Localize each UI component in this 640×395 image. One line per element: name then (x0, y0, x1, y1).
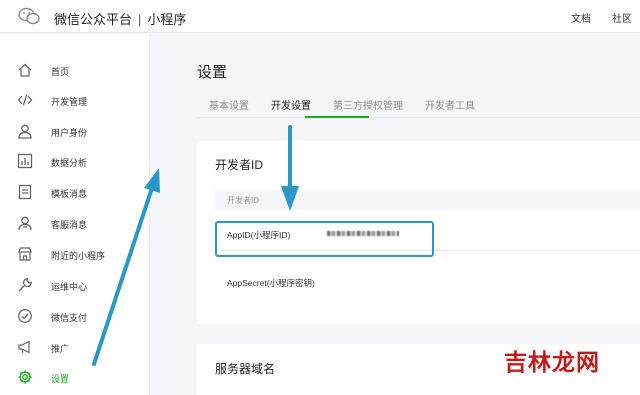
sidebar-item-user-identity[interactable]: 用户身份 (0, 122, 150, 142)
sidebar-item-nearby[interactable]: 附近的小程序 (0, 245, 150, 265)
brand-separator: | (138, 12, 142, 27)
sidebar-item-label: 首页 (51, 67, 70, 77)
home-icon (18, 63, 32, 77)
community-link[interactable]: 社区 (612, 10, 632, 25)
sidebar-item-label: 用户身份 (51, 128, 88, 138)
card-title: 服务器域名 (215, 362, 276, 376)
brand-main: 微信公众平台 (54, 12, 133, 27)
sidebar-item-label: 客服消息 (51, 220, 88, 230)
pay-icon (18, 309, 32, 323)
sidebar-item-label: 数据分析 (51, 158, 88, 168)
active-tab-indicator (305, 116, 369, 118)
sidebar-item-label: 模板消息 (51, 189, 88, 199)
user-icon (18, 124, 32, 139)
tab-basic-settings[interactable]: 基本设置 (209, 97, 249, 112)
top-bar: 微信公众平台 | 小程序 文档 社区 (0, 0, 640, 33)
document-icon (18, 184, 32, 200)
brand-sub: 小程序 (147, 12, 187, 27)
sidebar-item-promotion[interactable]: 推广 (0, 338, 150, 358)
service-icon (18, 216, 32, 231)
table-row-appsecret: AppSecret(小程序密钥) (215, 265, 640, 299)
appsecret-label: AppSecret(小程序密钥) (227, 278, 315, 288)
sidebar-item-customer-msg[interactable]: 客服消息 (0, 214, 150, 234)
sidebar-item-label: 运维中心 (51, 282, 88, 292)
sidebar-item-dev-manage[interactable]: 开发管理 (0, 91, 150, 111)
wechat-logo-icon (18, 7, 40, 25)
sidebar: 首页 开发管理 用户身份 数据分析 模板消息 客服消息 附近的小程序 运维中心 … (0, 34, 150, 395)
store-icon (18, 247, 32, 261)
sidebar-item-ops-center[interactable]: 运维中心 (0, 276, 150, 296)
tab-dev-tools[interactable]: 开发者工具 (425, 97, 475, 112)
card-title: 开发者ID (215, 158, 264, 172)
sidebar-item-template-msg[interactable]: 模板消息 (0, 183, 150, 203)
brand-title[interactable]: 微信公众平台 | 小程序 (54, 9, 186, 28)
docs-link[interactable]: 文档 (571, 10, 591, 25)
code-icon (17, 94, 33, 106)
sidebar-item-settings[interactable]: 设置 (0, 368, 150, 388)
sidebar-item-wechat-pay[interactable]: 微信支付 (0, 307, 150, 327)
sidebar-item-label: 附近的小程序 (51, 251, 106, 261)
sidebar-item-home[interactable]: 首页 (0, 61, 150, 81)
table-header-label: 开发者ID (227, 196, 259, 205)
megaphone-icon (18, 340, 30, 354)
table-header: 开发者ID (215, 190, 640, 210)
appid-highlight-box (215, 221, 434, 257)
chart-icon (17, 153, 33, 169)
tab-third-party-auth[interactable]: 第三方授权管理 (333, 97, 403, 112)
sidebar-item-label: 设置 (51, 374, 70, 384)
sidebar-item-label: 微信支付 (51, 313, 88, 323)
main-content: 设置 基本设置 开发设置 第三方授权管理 开发者工具 开发者ID 开发者ID A… (151, 34, 640, 395)
gear-icon (18, 370, 32, 384)
sidebar-item-data-analysis[interactable]: 数据分析 (0, 152, 150, 172)
tab-bar: 基本设置 开发设置 第三方授权管理 开发者工具 (197, 90, 640, 118)
watermark: 吉林龙网 (504, 349, 600, 375)
sidebar-item-label: 推广 (51, 344, 70, 354)
sidebar-item-label: 开发管理 (51, 97, 88, 107)
page-title: 设置 (197, 64, 228, 81)
tab-dev-settings[interactable]: 开发设置 (271, 97, 311, 112)
wrench-icon (18, 278, 32, 292)
